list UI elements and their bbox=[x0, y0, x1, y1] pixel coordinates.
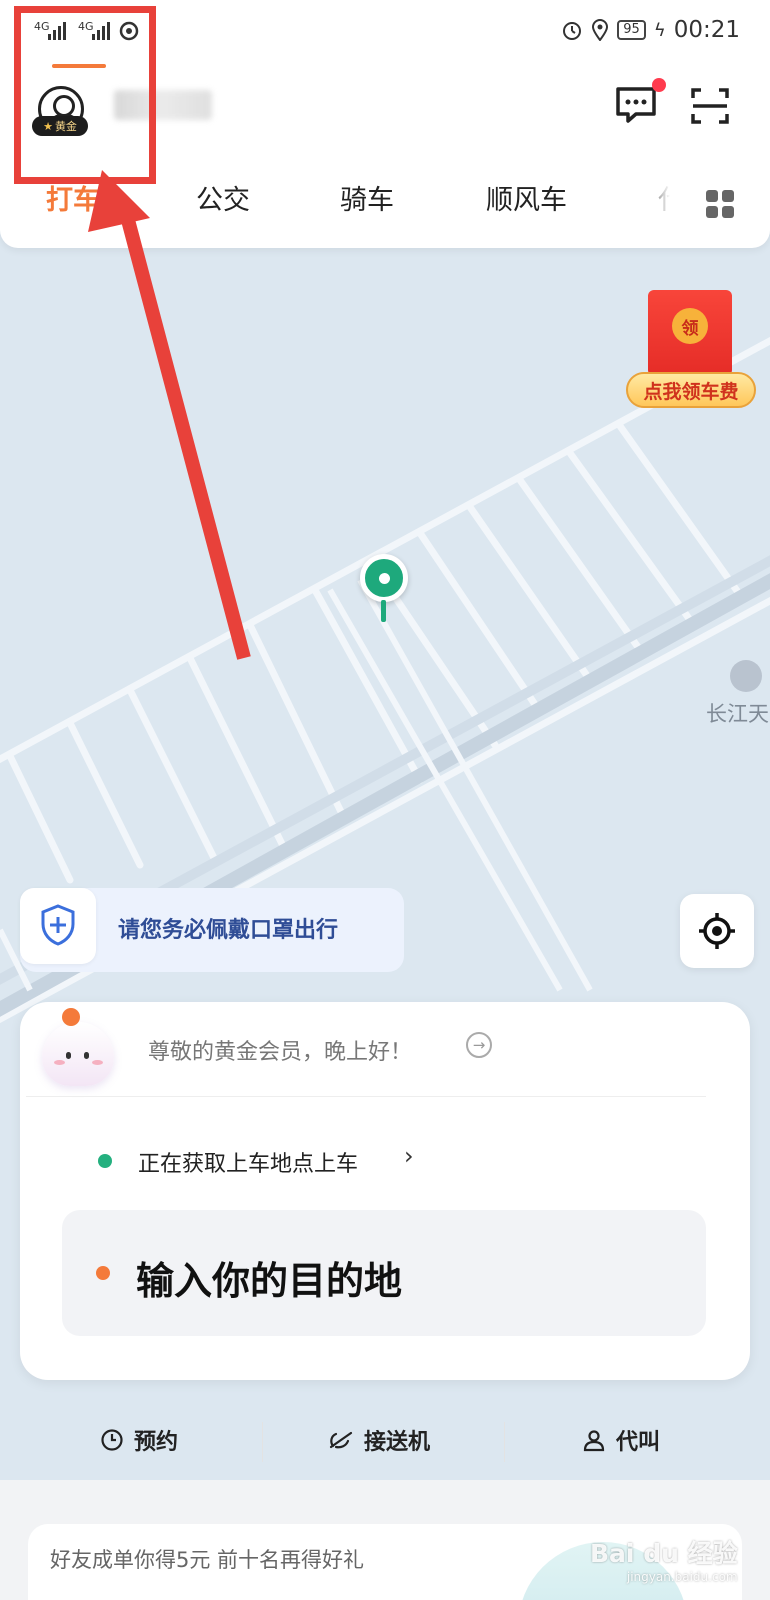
grid-menu-icon[interactable] bbox=[706, 190, 734, 218]
baidu-watermark: Bai du 经验 jingyan.baidu.com bbox=[590, 1539, 738, 1584]
red-packet-coin: 领 bbox=[672, 308, 708, 344]
charging-icon: ϟ bbox=[653, 19, 666, 41]
battery-level: 95 bbox=[617, 20, 646, 40]
location-pin-icon bbox=[358, 554, 410, 626]
annotation-highlight-box bbox=[14, 6, 156, 184]
arrow-right-circle-icon[interactable]: → bbox=[466, 1032, 492, 1058]
tab-bus[interactable]: 公交 bbox=[196, 178, 250, 217]
alarm-icon bbox=[563, 22, 582, 40]
action-reserve[interactable]: 预约 bbox=[100, 1408, 178, 1472]
clock-time: 00:21 bbox=[673, 17, 740, 43]
mascot-icon bbox=[42, 1008, 114, 1086]
red-packet-label: 点我领车费 bbox=[626, 372, 756, 408]
clock-icon bbox=[101, 1429, 123, 1451]
action-airport[interactable]: 接送机 bbox=[328, 1408, 430, 1472]
poi-label[interactable]: 长江天 bbox=[706, 698, 769, 728]
chevron-right-icon[interactable]: › bbox=[404, 1142, 414, 1170]
divider bbox=[26, 1096, 706, 1097]
shield-plus-icon bbox=[41, 904, 75, 946]
pickup-location[interactable]: 正在获取上车地点上车 bbox=[138, 1146, 358, 1178]
location-icon bbox=[592, 19, 609, 41]
status-right: 95 ϟ 00:21 bbox=[561, 14, 740, 46]
poi-building-icon[interactable] bbox=[730, 660, 762, 692]
service-tabs: 打车 公交 骑车 顺风车 代 bbox=[0, 178, 770, 228]
unread-dot bbox=[652, 78, 666, 92]
action-call-for-others[interactable]: 代叫 bbox=[582, 1408, 660, 1472]
ride-card: 尊敬的黄金会员，晚上好！ → 正在获取上车地点上车 › 输入你的目的地 bbox=[20, 1002, 750, 1380]
red-packet-promo[interactable]: 领 点我领车费 bbox=[626, 286, 756, 416]
destination-dot-icon bbox=[96, 1266, 110, 1280]
mask-tip-text: 请您务必佩戴口罩出行 bbox=[118, 918, 339, 943]
scan-icon[interactable] bbox=[690, 86, 730, 126]
tab-bike[interactable]: 骑车 bbox=[340, 178, 394, 217]
crosshair-icon bbox=[699, 913, 735, 949]
destination-input[interactable]: 输入你的目的地 bbox=[62, 1210, 706, 1336]
destination-placeholder: 输入你的目的地 bbox=[136, 1259, 403, 1303]
quick-actions: 预约 接送机 代叫 bbox=[0, 1408, 770, 1472]
mask-tip-banner[interactable]: 请您务必佩戴口罩出行 bbox=[20, 888, 404, 972]
promo-text: 好友成单你得5元 前十名再得好礼 bbox=[50, 1548, 365, 1572]
pickup-dot-icon bbox=[98, 1154, 112, 1168]
locate-me-button[interactable] bbox=[680, 894, 754, 968]
person-icon bbox=[583, 1430, 605, 1452]
tab-carpool[interactable]: 顺风车 bbox=[486, 178, 567, 217]
greeting-text[interactable]: 尊敬的黄金会员，晚上好！ bbox=[148, 1034, 412, 1066]
message-icon[interactable] bbox=[614, 86, 658, 124]
airplane-icon bbox=[329, 1431, 353, 1449]
